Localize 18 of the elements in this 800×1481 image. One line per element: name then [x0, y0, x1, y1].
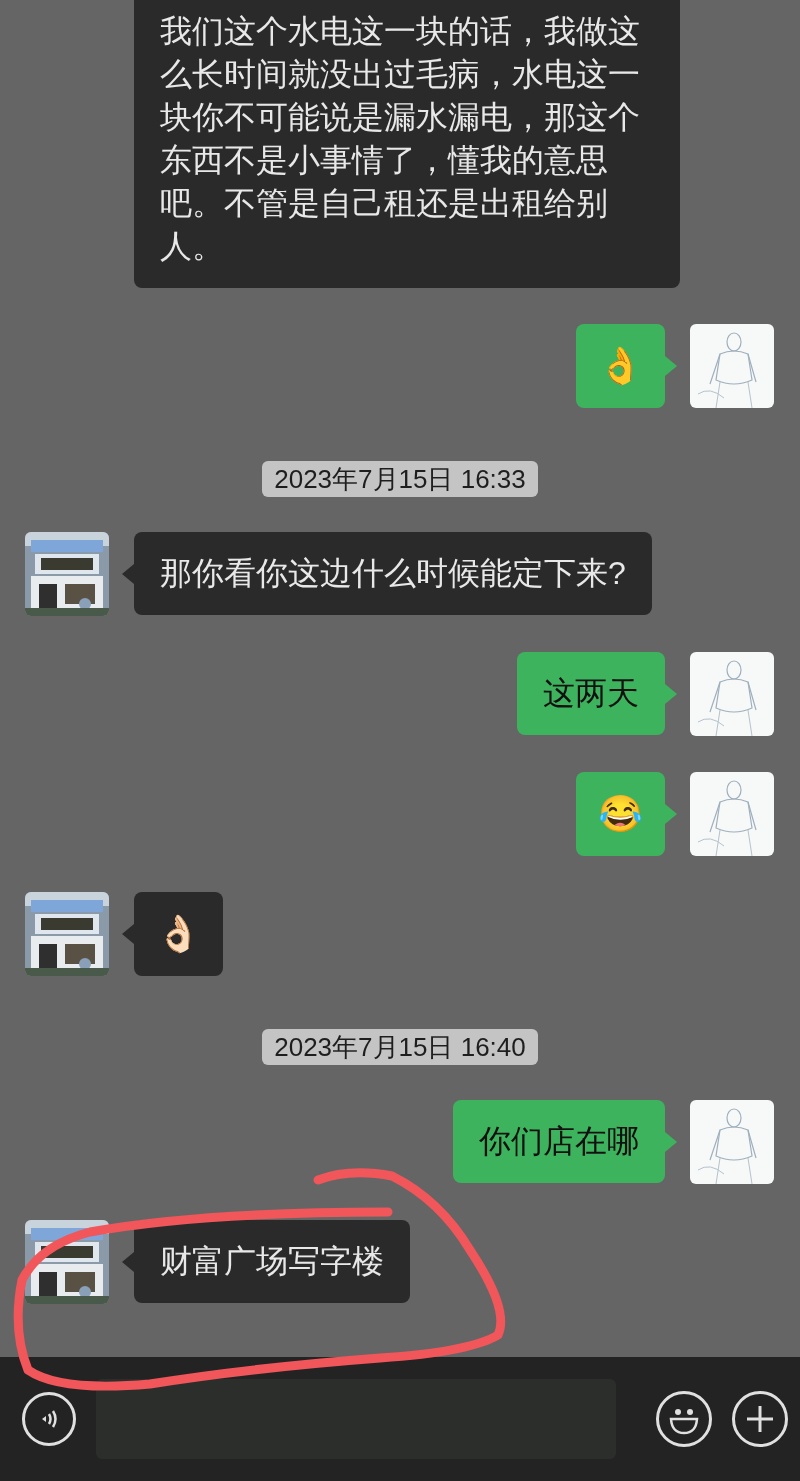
message-bubble: 财富广场写字楼	[134, 1220, 410, 1303]
emoji-bubble: 👌🏻	[134, 892, 223, 976]
timestamp: 2023年7月15日 16:33	[262, 461, 538, 497]
message-bubble: 你们店在哪	[453, 1100, 665, 1183]
bubble-pointer	[665, 684, 677, 704]
voice-icon[interactable]	[22, 1392, 76, 1446]
emoji-bubble: 😂	[576, 772, 665, 856]
message-bubble: 这两天	[517, 652, 665, 735]
add-icon[interactable]	[732, 1391, 788, 1447]
bubble-pointer	[665, 356, 677, 376]
bubble-pointer	[665, 804, 677, 824]
bubble-pointer	[665, 1132, 677, 1152]
emoji-icon[interactable]	[656, 1391, 712, 1447]
message-bubble: 我们这个水电这一块的话，我做这么长时间就没出过毛病，水电这一块你不可能说是漏水漏电，那这个东西不是小事情了，懂我的意思吧。不管是自己租还是出租给别人。	[134, 0, 680, 288]
timestamp: 2023年7月15日 16:40	[262, 1029, 538, 1065]
emoji-bubble: 👌	[576, 324, 665, 408]
message-input-field[interactable]	[96, 1379, 616, 1459]
message-bubble: 那你看你这边什么时候能定下来?	[134, 532, 652, 615]
